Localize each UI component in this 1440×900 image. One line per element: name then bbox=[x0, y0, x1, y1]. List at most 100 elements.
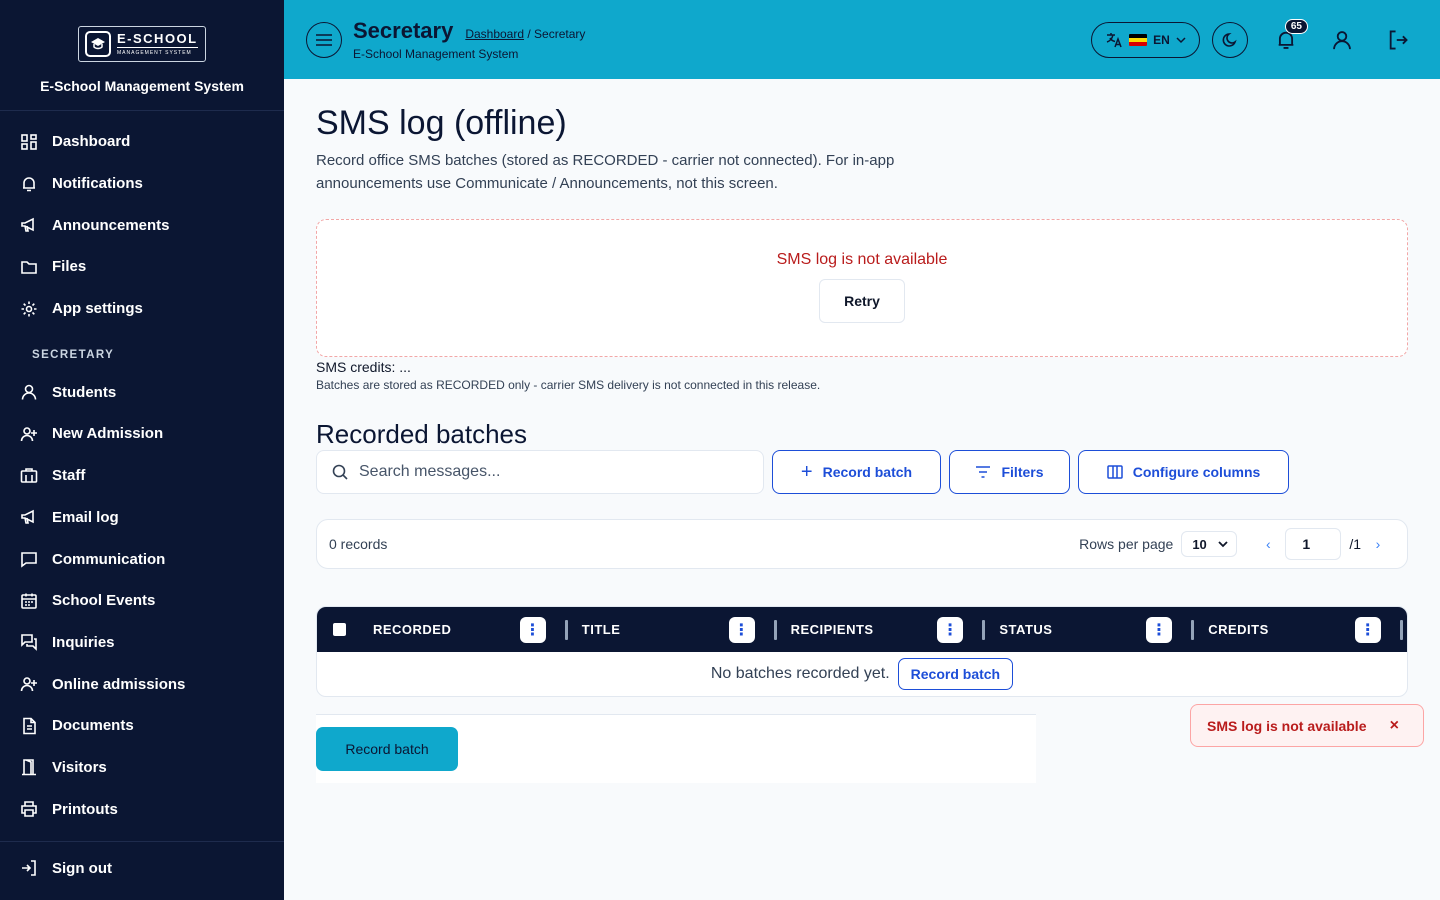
column-header-recipients[interactable]: RECIPIENTS ⋮ bbox=[781, 607, 990, 652]
filters-button[interactable]: Filters bbox=[949, 450, 1070, 494]
record-batch-button[interactable]: + Record batch bbox=[772, 450, 941, 494]
chat-bubbles-icon bbox=[21, 634, 37, 652]
empty-state: No batches recorded yet. Record batch bbox=[317, 652, 1407, 696]
main-content: SMS log (offline) Record office SMS batc… bbox=[316, 79, 1408, 783]
sidebar-item-announcements[interactable]: Announcements bbox=[0, 204, 284, 246]
profile-button[interactable] bbox=[1324, 22, 1360, 58]
empty-record-batch-button[interactable]: Record batch bbox=[897, 658, 1014, 690]
retry-button[interactable]: Retry bbox=[819, 279, 905, 323]
sidebar-item-notifications[interactable]: Notifications bbox=[0, 163, 284, 205]
column-menu-icon[interactable]: ⋮ bbox=[937, 616, 964, 643]
logout-button[interactable] bbox=[1380, 22, 1416, 58]
brand: E-SCHOOL MANAGEMENT SYSTEM E-School Mana… bbox=[0, 0, 284, 111]
empty-message: No batches recorded yet. bbox=[710, 665, 890, 682]
language-code: EN bbox=[1153, 32, 1170, 47]
sidebar-item-printouts[interactable]: Printouts bbox=[0, 788, 284, 830]
toast-message: SMS log is not available bbox=[1207, 717, 1367, 734]
notifications-button[interactable]: 65 bbox=[1268, 18, 1308, 58]
sidebar-item-label: Staff bbox=[52, 467, 86, 485]
column-menu-icon[interactable]: ⋮ bbox=[519, 616, 546, 643]
sms-credits: SMS credits: ... bbox=[316, 359, 411, 375]
rows-per-page-select[interactable]: 10 bbox=[1181, 531, 1238, 557]
bell-icon bbox=[23, 176, 35, 191]
column-header-credits[interactable]: CREDITS ⋮ bbox=[1198, 607, 1407, 652]
theme-toggle-button[interactable] bbox=[1212, 21, 1248, 58]
page-heading: Secretary bbox=[353, 18, 454, 43]
breadcrumb-current: / Secretary bbox=[524, 27, 586, 41]
logo[interactable]: E-SCHOOL MANAGEMENT SYSTEM bbox=[78, 26, 206, 62]
sidebar-item-label: Files bbox=[52, 258, 87, 276]
column-header-title[interactable]: TITLE ⋮ bbox=[572, 607, 781, 652]
sidebar-item-inquiries[interactable]: Inquiries bbox=[0, 622, 284, 664]
select-all-checkbox[interactable] bbox=[333, 623, 347, 636]
close-icon[interactable]: × bbox=[1390, 717, 1399, 735]
dashboard-grid-icon bbox=[21, 134, 37, 150]
sidebar-item-students[interactable]: Students bbox=[0, 371, 284, 413]
prev-page-button[interactable]: ‹ bbox=[1259, 536, 1277, 552]
sidebar-item-label: Dashboard bbox=[52, 133, 131, 151]
page-total: /1 bbox=[1349, 536, 1361, 552]
column-resize-handle[interactable] bbox=[773, 619, 777, 640]
column-label: CREDITS bbox=[1208, 622, 1269, 637]
error-panel: SMS log is not available Retry bbox=[316, 219, 1408, 357]
column-menu-icon[interactable]: ⋮ bbox=[728, 616, 755, 643]
sidebar-item-school-events[interactable]: School Events bbox=[0, 580, 284, 622]
sidebar-item-documents[interactable]: Documents bbox=[0, 705, 284, 747]
column-label: RECIPIENTS bbox=[790, 622, 874, 637]
user-icon bbox=[1333, 30, 1351, 49]
sidebar-footer: Sign out bbox=[0, 841, 284, 900]
filters-label: Filters bbox=[1001, 464, 1044, 480]
next-page-button[interactable]: › bbox=[1369, 536, 1387, 552]
sidebar-item-label: Announcements bbox=[52, 216, 170, 234]
pagination-bar: 0 records Rows per page 10 ‹ 1 /1 › bbox=[316, 519, 1408, 569]
menu-toggle-button[interactable] bbox=[306, 21, 342, 58]
sign-out-button[interactable]: Sign out bbox=[0, 842, 284, 894]
sidebar-item-label: Notifications bbox=[52, 175, 143, 193]
user-icon bbox=[21, 384, 37, 400]
sidebar-item-visitors[interactable]: Visitors bbox=[0, 747, 284, 789]
column-label: TITLE bbox=[581, 622, 621, 637]
sidebar-item-communication[interactable]: Communication bbox=[0, 538, 284, 580]
sidebar-item-online-admissions[interactable]: Online admissions bbox=[0, 663, 284, 705]
sidebar-item-staff[interactable]: Staff bbox=[0, 455, 284, 497]
logout-icon bbox=[1389, 30, 1408, 49]
sidebar-item-new-admission[interactable]: New Admission bbox=[0, 413, 284, 455]
logo-subtitle: MANAGEMENT SYSTEM bbox=[117, 50, 192, 56]
breadcrumb-dashboard-link[interactable]: Dashboard bbox=[465, 27, 524, 41]
column-resize-handle[interactable] bbox=[564, 619, 568, 640]
sidebar-item-label: Documents bbox=[52, 717, 134, 735]
column-header-recorded[interactable]: RECORDED ⋮ bbox=[363, 607, 572, 652]
sidebar-item-dashboard[interactable]: Dashboard bbox=[0, 121, 284, 163]
page-number-input[interactable]: 1 bbox=[1285, 528, 1342, 560]
printer-icon bbox=[21, 801, 37, 817]
column-menu-icon[interactable]: ⋮ bbox=[1146, 616, 1173, 643]
section-title: Recorded batches bbox=[316, 419, 528, 449]
top-header: Secretary Dashboard / Secretary E-School… bbox=[284, 0, 1440, 79]
table-header: RECORDED ⋮ TITLE ⋮ RECIPIENTS ⋮ STATUS ⋮… bbox=[317, 607, 1407, 652]
sidebar-item-email-log[interactable]: Email log bbox=[0, 497, 284, 539]
megaphone-icon bbox=[21, 510, 34, 525]
language-selector[interactable]: EN bbox=[1091, 21, 1200, 58]
notification-count-badge: 65 bbox=[1284, 18, 1308, 34]
column-resize-handle[interactable] bbox=[1191, 619, 1195, 640]
search-input[interactable] bbox=[359, 463, 739, 481]
error-message: SMS log is not available bbox=[776, 251, 948, 268]
hamburger-icon bbox=[316, 33, 332, 46]
rows-per-page-value: 10 bbox=[1192, 536, 1207, 552]
logo-title: E-SCHOOL bbox=[117, 31, 198, 48]
header-subtitle: E-School Management System bbox=[353, 47, 519, 61]
toolbar: + Record batch Filters Configure columns bbox=[316, 450, 1408, 494]
user-plus-icon bbox=[20, 677, 37, 692]
sidebar-item-label: Communication bbox=[52, 550, 166, 568]
configure-columns-button[interactable]: Configure columns bbox=[1078, 450, 1289, 494]
sidebar-item-label: School Events bbox=[52, 592, 156, 610]
translate-icon bbox=[1106, 32, 1122, 47]
column-header-status[interactable]: STATUS ⋮ bbox=[989, 607, 1198, 652]
columns-icon bbox=[1106, 465, 1123, 479]
sidebar-item-files[interactable]: Files bbox=[0, 246, 284, 288]
column-resize-handle[interactable] bbox=[1400, 619, 1404, 640]
sidebar-item-app-settings[interactable]: App settings bbox=[0, 288, 284, 330]
column-resize-handle[interactable] bbox=[982, 619, 986, 640]
footer-record-batch-button[interactable]: Record batch bbox=[316, 727, 458, 771]
column-menu-icon[interactable]: ⋮ bbox=[1355, 616, 1382, 643]
